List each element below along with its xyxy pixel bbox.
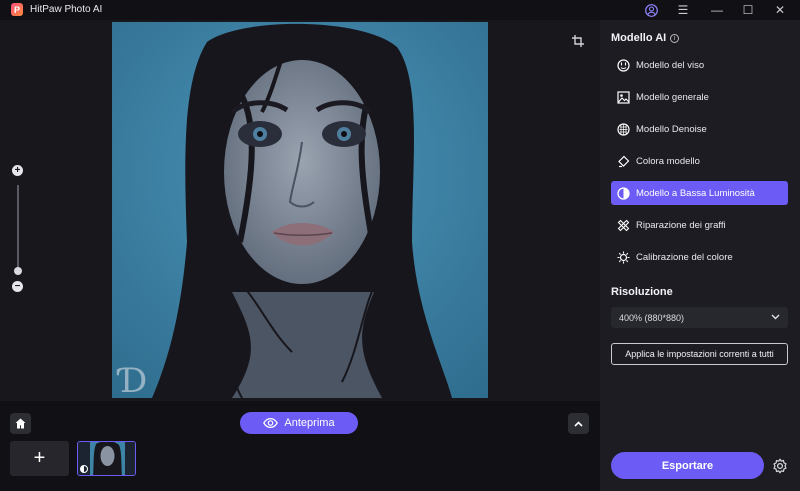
model-low-light[interactable]: Modello a Bassa Luminosità <box>611 181 788 205</box>
image-thumbnail[interactable] <box>77 441 136 476</box>
model-label: Modello generale <box>636 91 709 103</box>
settings-panel: Modello AI i Modello del viso Modello gen… <box>600 20 800 491</box>
model-denoise[interactable]: Modello Denoise <box>611 117 788 141</box>
model-label: Modello Denoise <box>636 123 707 135</box>
model-general[interactable]: Modello generale <box>611 85 788 109</box>
zoom-slider[interactable]: + − <box>12 165 24 292</box>
model-colorize[interactable]: Colora modello <box>611 149 788 173</box>
info-icon[interactable]: i <box>670 34 680 43</box>
contrast-icon <box>617 186 630 200</box>
add-image-button[interactable]: + <box>10 441 69 476</box>
title-bar: P HitPaw Photo AI ☰ — ☐ ✕ <box>0 0 800 20</box>
chevron-down-icon <box>771 312 780 322</box>
collapse-button[interactable] <box>568 413 589 434</box>
zoom-track[interactable] <box>17 185 19 273</box>
brush-icon <box>617 155 630 168</box>
crop-icon[interactable] <box>572 34 584 52</box>
watermark-glyph: Ɗ <box>116 361 147 398</box>
zoom-in-button[interactable]: + <box>12 165 23 176</box>
denoise-icon <box>617 122 630 136</box>
eye-icon <box>263 418 279 428</box>
resolution-value: 400% (880*880) <box>619 312 685 323</box>
home-button[interactable] <box>10 413 31 434</box>
chevron-up-icon <box>574 420 583 427</box>
model-label: Modello del viso <box>636 59 705 71</box>
model-label: Riparazione dei graffi <box>636 219 726 231</box>
app-title: HitPaw Photo AI <box>30 4 103 15</box>
model-label: Colora modello <box>636 155 700 167</box>
preview-button[interactable]: Anteprima <box>240 412 358 434</box>
processed-badge-icon <box>80 465 88 473</box>
preview-image[interactable]: Ɗ <box>112 22 488 398</box>
image-canvas: Ɗ + − <box>0 20 600 401</box>
close-button[interactable]: ✕ <box>765 0 795 20</box>
model-scratch-repair[interactable]: Riparazione dei graffi <box>611 213 788 237</box>
bandage-icon <box>617 219 630 232</box>
model-color-calibration[interactable]: Calibrazione del colore <box>611 245 788 269</box>
app-logo: P <box>11 3 23 16</box>
zoom-handle[interactable] <box>14 267 22 275</box>
settings-gear-icon[interactable] <box>771 457 789 475</box>
resolution-heading: Risoluzione <box>611 286 673 298</box>
ai-model-heading: Modello AI i <box>611 32 680 44</box>
bottom-bar: Anteprima + <box>0 401 600 491</box>
account-icon[interactable] <box>636 0 666 20</box>
minimize-button[interactable]: — <box>702 0 732 20</box>
home-icon <box>15 418 26 429</box>
face-icon <box>617 58 630 72</box>
menu-icon[interactable]: ☰ <box>668 0 698 20</box>
apply-to-all-button[interactable]: Applica le impostazioni correnti a tutti <box>611 343 788 365</box>
zoom-out-button[interactable]: − <box>12 281 23 292</box>
image-icon <box>617 90 630 104</box>
resolution-select[interactable]: 400% (880*880) <box>611 307 788 328</box>
model-label: Modello a Bassa Luminosità <box>636 187 755 199</box>
sun-icon <box>617 251 630 264</box>
model-face[interactable]: Modello del viso <box>611 53 788 77</box>
model-label: Calibrazione del colore <box>636 251 733 263</box>
export-button[interactable]: Esportare <box>611 452 764 479</box>
preview-label: Anteprima <box>284 417 335 429</box>
maximize-button[interactable]: ☐ <box>733 0 763 20</box>
